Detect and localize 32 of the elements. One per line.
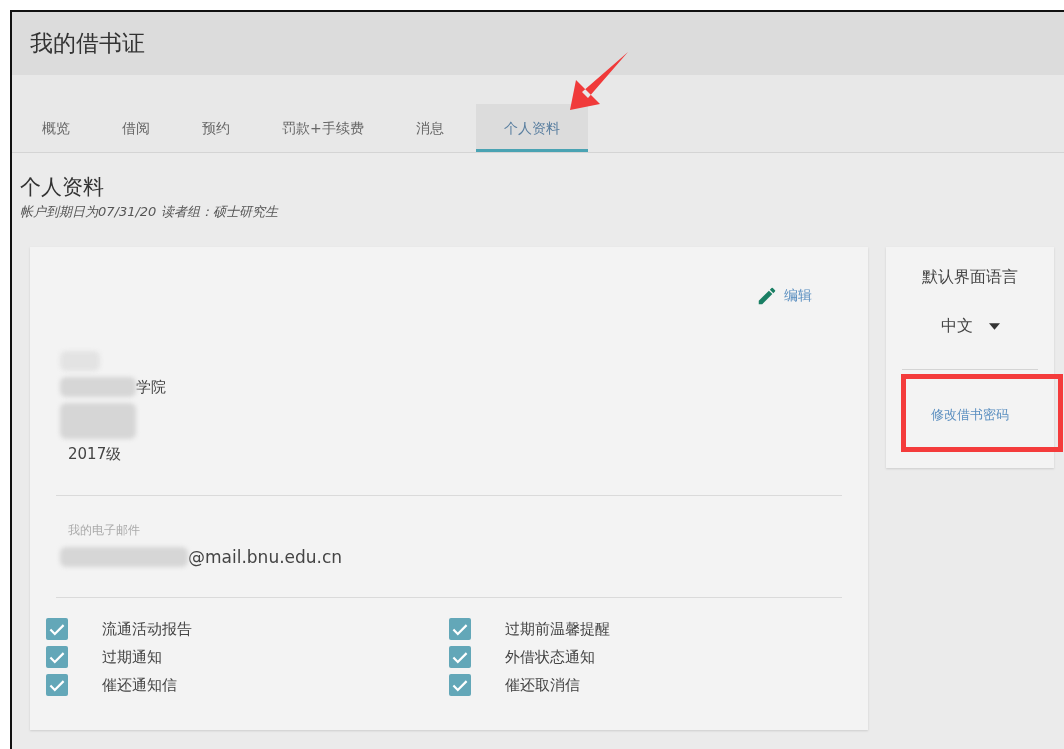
tab[interactable]: 消息 xyxy=(395,104,464,152)
page-heading: 个人资料 xyxy=(20,174,105,201)
checkbox[interactable] xyxy=(46,618,68,640)
grade-text: 2017级 xyxy=(68,445,123,465)
checkbox[interactable] xyxy=(449,618,471,640)
checkbox[interactable] xyxy=(449,646,471,668)
checkbox-label: 催还取消信 xyxy=(505,675,580,695)
tab[interactable]: 罚款+手续费 xyxy=(262,104,384,152)
caret-icon xyxy=(988,323,1000,330)
checkbox-label: 流通活动报告 xyxy=(102,619,192,639)
pencil-icon xyxy=(756,285,778,307)
window-title: 我的借书证 xyxy=(30,29,145,58)
language-label: 默认界面语言 xyxy=(922,267,1018,288)
annotation-arrow xyxy=(568,50,630,112)
email-text: @mail.bnu.edu.cn xyxy=(188,547,343,567)
checkbox-label: 过期通知 xyxy=(102,647,162,667)
change-password-link[interactable]: 修改借书密码 xyxy=(931,407,1009,422)
checkbox-label: 催还通知信 xyxy=(102,675,177,695)
tab[interactable]: 借阅 xyxy=(102,104,170,152)
language-dropdown[interactable]: 中文 xyxy=(940,316,1000,337)
tab[interactable]: 概览 xyxy=(22,104,90,152)
tab[interactable]: 预约 xyxy=(182,104,250,152)
checkbox-label: 过期前温馨提醒 xyxy=(505,619,610,639)
field-label: 我的电子邮件 xyxy=(68,522,141,539)
college-text: 学院 xyxy=(136,377,166,397)
checkbox[interactable] xyxy=(449,674,471,696)
edit-link[interactable]: 编辑 xyxy=(756,285,812,307)
checkbox[interactable] xyxy=(46,674,68,696)
checkbox[interactable] xyxy=(46,646,68,668)
tab[interactable]: 个人资料 xyxy=(475,104,588,152)
account-info: 帐户到期日为07/31/20 读者组：硕士研究生 xyxy=(20,203,280,221)
checkbox-label: 外借状态通知 xyxy=(505,647,595,667)
